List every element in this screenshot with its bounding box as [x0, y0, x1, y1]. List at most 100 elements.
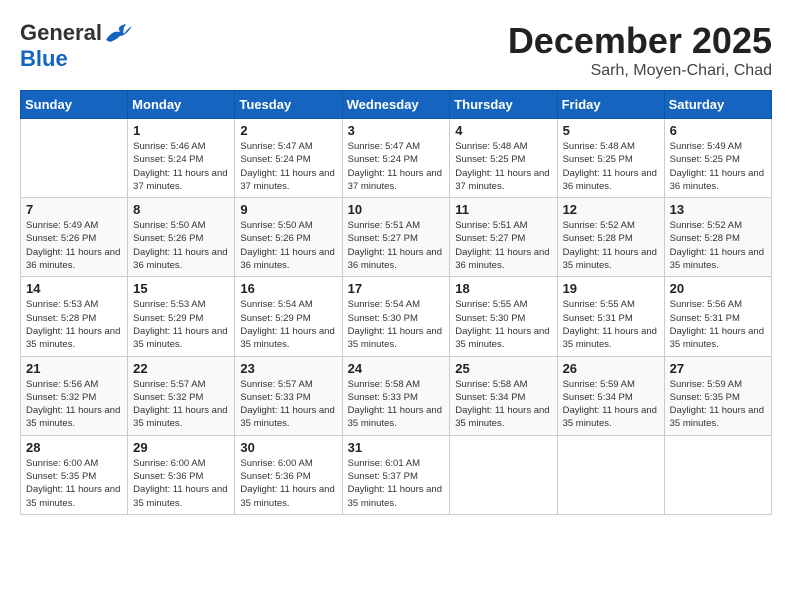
calendar-cell: 9 Sunrise: 5:50 AMSunset: 5:26 PMDaylight…: [235, 198, 342, 277]
day-info: Sunrise: 5:58 AMSunset: 5:34 PMDaylight:…: [455, 378, 551, 431]
weekday-header: Tuesday: [235, 91, 342, 119]
calendar-cell: 12 Sunrise: 5:52 AMSunset: 5:28 PMDayligh…: [557, 198, 664, 277]
day-number: 19: [563, 281, 659, 296]
calendar-cell: 29 Sunrise: 6:00 AMSunset: 5:36 PMDayligh…: [128, 435, 235, 514]
calendar-cell: [557, 435, 664, 514]
calendar-cell: 4 Sunrise: 5:48 AMSunset: 5:25 PMDaylight…: [450, 119, 557, 198]
day-info: Sunrise: 5:55 AMSunset: 5:30 PMDaylight:…: [455, 298, 551, 351]
day-number: 4: [455, 123, 551, 138]
day-number: 31: [348, 440, 445, 455]
calendar-cell: 10 Sunrise: 5:51 AMSunset: 5:27 PMDayligh…: [342, 198, 450, 277]
day-number: 29: [133, 440, 229, 455]
day-info: Sunrise: 5:47 AMSunset: 5:24 PMDaylight:…: [348, 140, 445, 193]
day-number: 26: [563, 361, 659, 376]
calendar-week-row: 28Sunrise: 6:00 AMSunset: 5:35 PMDayligh…: [21, 435, 772, 514]
day-info: Sunrise: 5:52 AMSunset: 5:28 PMDaylight:…: [670, 219, 766, 272]
calendar-cell: 14 Sunrise: 5:53 AMSunset: 5:28 PMDayligh…: [21, 277, 128, 356]
title-block: December 2025 Sarh, Moyen-Chari, Chad: [508, 20, 772, 80]
location-title: Sarh, Moyen-Chari, Chad: [508, 62, 772, 80]
day-info: Sunrise: 5:49 AMSunset: 5:25 PMDaylight:…: [670, 140, 766, 193]
calendar-cell: 7 Sunrise: 5:49 AMSunset: 5:26 PMDaylight…: [21, 198, 128, 277]
day-number: 22: [133, 361, 229, 376]
day-info: Sunrise: 5:56 AMSunset: 5:31 PMDaylight:…: [670, 298, 766, 351]
calendar-cell: 6Sunrise: 5:49 AMSunset: 5:25 PMDaylight…: [664, 119, 771, 198]
day-info: Sunrise: 5:46 AMSunset: 5:24 PMDaylight:…: [133, 140, 229, 193]
calendar-cell: 24 Sunrise: 5:58 AMSunset: 5:33 PMDayligh…: [342, 356, 450, 435]
day-number: 30: [240, 440, 336, 455]
day-info: Sunrise: 5:57 AMSunset: 5:32 PMDaylight:…: [133, 378, 229, 431]
day-info: Sunrise: 5:49 AMSunset: 5:26 PMDaylight:…: [26, 219, 122, 272]
weekday-header: Saturday: [664, 91, 771, 119]
weekday-header: Friday: [557, 91, 664, 119]
calendar-cell: 28Sunrise: 6:00 AMSunset: 5:35 PMDayligh…: [21, 435, 128, 514]
day-info: Sunrise: 5:52 AMSunset: 5:28 PMDaylight:…: [563, 219, 659, 272]
day-info: Sunrise: 5:50 AMSunset: 5:26 PMDaylight:…: [133, 219, 229, 272]
day-number: 5: [563, 123, 659, 138]
day-info: Sunrise: 5:56 AMSunset: 5:32 PMDaylight:…: [26, 378, 122, 431]
logo-bird-icon: [104, 22, 132, 44]
calendar-cell: 8 Sunrise: 5:50 AMSunset: 5:26 PMDaylight…: [128, 198, 235, 277]
calendar-cell: 19 Sunrise: 5:55 AMSunset: 5:31 PMDayligh…: [557, 277, 664, 356]
day-info: Sunrise: 5:57 AMSunset: 5:33 PMDaylight:…: [240, 378, 336, 431]
page-header: General Blue December 2025 Sarh, Moyen-C…: [20, 20, 772, 80]
day-info: Sunrise: 5:51 AMSunset: 5:27 PMDaylight:…: [455, 219, 551, 272]
day-number: 11: [455, 202, 551, 217]
day-number: 8: [133, 202, 229, 217]
day-info: Sunrise: 5:54 AMSunset: 5:29 PMDaylight:…: [240, 298, 336, 351]
day-number: 21: [26, 361, 122, 376]
day-info: Sunrise: 5:58 AMSunset: 5:33 PMDaylight:…: [348, 378, 445, 431]
calendar-header-row: SundayMondayTuesdayWednesdayThursdayFrid…: [21, 91, 772, 119]
logo: General Blue: [20, 20, 132, 72]
day-info: Sunrise: 5:50 AMSunset: 5:26 PMDaylight:…: [240, 219, 336, 272]
calendar-cell: 23Sunrise: 5:57 AMSunset: 5:33 PMDayligh…: [235, 356, 342, 435]
calendar-cell: 16 Sunrise: 5:54 AMSunset: 5:29 PMDayligh…: [235, 277, 342, 356]
day-number: 12: [563, 202, 659, 217]
day-number: 16: [240, 281, 336, 296]
calendar-week-row: 1 Sunrise: 5:46 AMSunset: 5:24 PMDaylight…: [21, 119, 772, 198]
day-info: Sunrise: 6:00 AMSunset: 5:36 PMDaylight:…: [240, 457, 336, 510]
calendar-cell: 18 Sunrise: 5:55 AMSunset: 5:30 PMDayligh…: [450, 277, 557, 356]
day-info: Sunrise: 5:51 AMSunset: 5:27 PMDaylight:…: [348, 219, 445, 272]
calendar-cell: 2Sunrise: 5:47 AMSunset: 5:24 PMDaylight…: [235, 119, 342, 198]
day-info: Sunrise: 5:55 AMSunset: 5:31 PMDaylight:…: [563, 298, 659, 351]
calendar-cell: 27Sunrise: 5:59 AMSunset: 5:35 PMDayligh…: [664, 356, 771, 435]
day-info: Sunrise: 5:53 AMSunset: 5:29 PMDaylight:…: [133, 298, 229, 351]
calendar-cell: [664, 435, 771, 514]
calendar-cell: [450, 435, 557, 514]
calendar-cell: 21 Sunrise: 5:56 AMSunset: 5:32 PMDayligh…: [21, 356, 128, 435]
day-number: 7: [26, 202, 122, 217]
calendar-cell: 3 Sunrise: 5:47 AMSunset: 5:24 PMDaylight…: [342, 119, 450, 198]
day-number: 28: [26, 440, 122, 455]
logo-general-text: General: [20, 20, 102, 46]
calendar-cell: 17Sunrise: 5:54 AMSunset: 5:30 PMDayligh…: [342, 277, 450, 356]
day-number: 14: [26, 281, 122, 296]
day-info: Sunrise: 5:59 AMSunset: 5:35 PMDaylight:…: [670, 378, 766, 431]
day-number: 24: [348, 361, 445, 376]
day-info: Sunrise: 5:59 AMSunset: 5:34 PMDaylight:…: [563, 378, 659, 431]
calendar-cell: 1 Sunrise: 5:46 AMSunset: 5:24 PMDaylight…: [128, 119, 235, 198]
day-info: Sunrise: 5:53 AMSunset: 5:28 PMDaylight:…: [26, 298, 122, 351]
day-info: Sunrise: 5:48 AMSunset: 5:25 PMDaylight:…: [455, 140, 551, 193]
calendar-cell: 31 Sunrise: 6:01 AMSunset: 5:37 PMDayligh…: [342, 435, 450, 514]
calendar-table: SundayMondayTuesdayWednesdayThursdayFrid…: [20, 90, 772, 515]
calendar-cell: 5Sunrise: 5:48 AMSunset: 5:25 PMDaylight…: [557, 119, 664, 198]
day-info: Sunrise: 6:00 AMSunset: 5:36 PMDaylight:…: [133, 457, 229, 510]
day-info: Sunrise: 6:01 AMSunset: 5:37 PMDaylight:…: [348, 457, 445, 510]
day-number: 2: [240, 123, 336, 138]
weekday-header: Monday: [128, 91, 235, 119]
day-number: 9: [240, 202, 336, 217]
calendar-cell: 20 Sunrise: 5:56 AMSunset: 5:31 PMDayligh…: [664, 277, 771, 356]
calendar-cell: [21, 119, 128, 198]
day-number: 20: [670, 281, 766, 296]
calendar-week-row: 14 Sunrise: 5:53 AMSunset: 5:28 PMDayligh…: [21, 277, 772, 356]
day-number: 10: [348, 202, 445, 217]
day-number: 3: [348, 123, 445, 138]
day-number: 18: [455, 281, 551, 296]
day-number: 1: [133, 123, 229, 138]
calendar-week-row: 21 Sunrise: 5:56 AMSunset: 5:32 PMDayligh…: [21, 356, 772, 435]
calendar-cell: 13Sunrise: 5:52 AMSunset: 5:28 PMDayligh…: [664, 198, 771, 277]
calendar-cell: 11 Sunrise: 5:51 AMSunset: 5:27 PMDayligh…: [450, 198, 557, 277]
weekday-header: Sunday: [21, 91, 128, 119]
weekday-header: Thursday: [450, 91, 557, 119]
day-info: Sunrise: 5:54 AMSunset: 5:30 PMDaylight:…: [348, 298, 445, 351]
